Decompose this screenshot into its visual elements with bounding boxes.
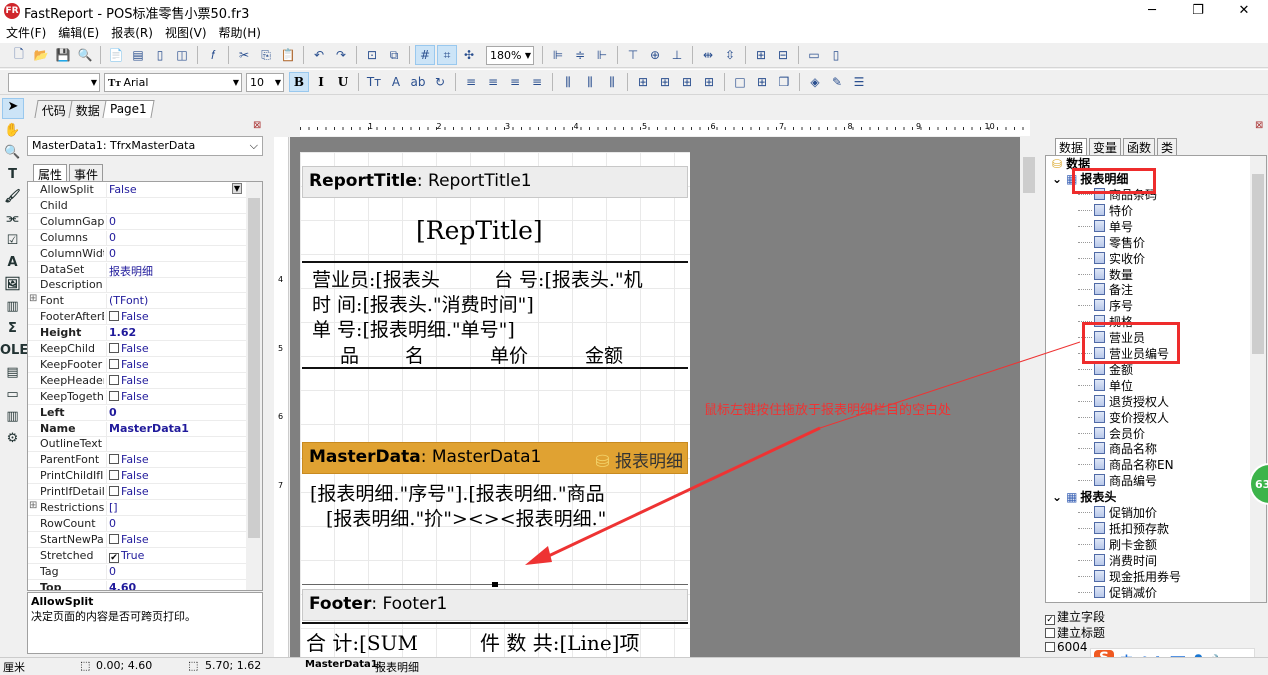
annotation-arrow-line: [539, 426, 821, 562]
status-unit: 厘米: [3, 661, 25, 674]
size-icon: ⬚: [188, 659, 199, 672]
annotation-overlay: [525, 341, 1081, 565]
status-bar: 厘米 ⬚ 0.00; 4.60 ⬚ 5.70; 1.62 MasterData1…: [0, 657, 1268, 674]
position-icon: ⬚: [80, 659, 91, 672]
status-size: 5.70; 1.62: [205, 659, 262, 672]
status-selected-dataset: 报表明细: [375, 661, 419, 674]
annotation-thin-line: [819, 341, 1081, 429]
arrow-head-icon: [525, 546, 552, 565]
status-selected-object: MasterData1:: [305, 659, 382, 670]
status-position: 0.00; 4.60: [96, 659, 153, 672]
